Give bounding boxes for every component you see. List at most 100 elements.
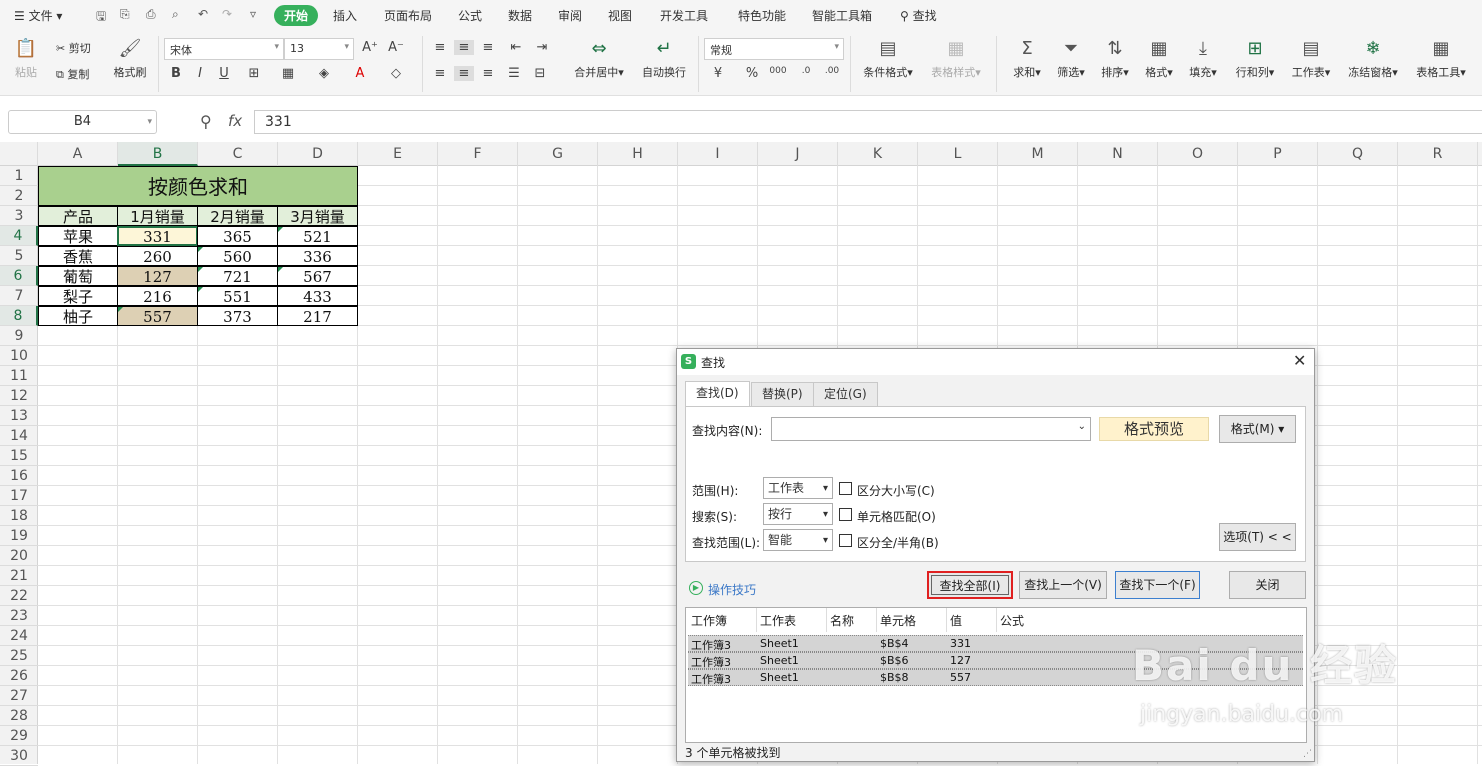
row-header[interactable]: 7 — [0, 286, 38, 306]
results-header[interactable]: 公式 — [1000, 612, 1024, 629]
formula-input[interactable]: 331 — [254, 110, 1482, 134]
row-header[interactable]: 16 — [0, 466, 38, 486]
row-header[interactable]: 4 — [0, 226, 38, 246]
column-header[interactable]: J — [758, 142, 838, 166]
column-header[interactable]: I — [678, 142, 758, 166]
align-left-icon[interactable]: ≡ — [430, 66, 450, 81]
row-header[interactable]: 5 — [0, 246, 38, 266]
row-header[interactable]: 19 — [0, 526, 38, 546]
sheet-title-cell[interactable]: 按颜色求和 — [38, 166, 358, 206]
row-header[interactable]: 14 — [0, 426, 38, 446]
save-icon[interactable]: 🖫 — [96, 7, 106, 28]
font-shrink-icon[interactable]: A⁻ — [386, 40, 406, 55]
column-header[interactable]: B — [118, 142, 198, 166]
tab-page-layout[interactable]: 页面布局 — [384, 7, 432, 24]
row-header[interactable]: 26 — [0, 666, 38, 686]
row-header[interactable]: 30 — [0, 746, 38, 766]
row-header[interactable]: 9 — [0, 326, 38, 346]
highlighted-cell[interactable]: 557 — [117, 306, 198, 326]
align-bottom-icon[interactable]: ≡ — [478, 40, 498, 55]
format-painter-button[interactable]: 🖌 格式刷 — [110, 38, 150, 80]
format-button[interactable]: ▦ 格式▾ — [1142, 38, 1176, 80]
underline-icon[interactable]: U — [214, 66, 234, 81]
align-middle-icon[interactable]: ≡ — [454, 40, 474, 55]
paste-button[interactable]: 📋 粘贴 — [10, 38, 42, 80]
scope-select[interactable]: 工作表 — [763, 477, 833, 499]
wrap-text-button[interactable]: ↵ 自动换行 — [638, 38, 690, 80]
align-top-icon[interactable]: ≡ — [430, 40, 450, 55]
row-header[interactable]: 1 — [0, 166, 38, 186]
active-cell[interactable]: 331 — [117, 226, 198, 246]
filter-button[interactable]: ⏷ 筛选▾ — [1054, 38, 1088, 80]
search-order-select[interactable]: 按行 — [763, 503, 833, 525]
results-header[interactable]: 值 — [950, 612, 962, 629]
column-header[interactable]: D — [278, 142, 358, 166]
tab-special[interactable]: 特色功能 — [738, 7, 786, 24]
table-cell[interactable]: 721 — [197, 266, 278, 286]
print-icon[interactable]: ⎙ — [146, 7, 156, 22]
results-header[interactable]: 工作簿 — [691, 612, 727, 629]
header-cell[interactable]: 3月销量 — [277, 206, 358, 226]
sort-button[interactable]: ⇅ 排序▾ — [1098, 38, 1132, 80]
chevron-down-icon[interactable]: ⌄ — [1078, 421, 1086, 432]
resize-grip-icon[interactable]: ⋰ — [1303, 749, 1312, 759]
table-cell[interactable]: 柚子 — [38, 306, 118, 326]
currency-icon[interactable]: ¥ — [708, 66, 728, 81]
preview-icon[interactable]: ⌕ — [172, 7, 179, 22]
header-cell[interactable]: 产品 — [38, 206, 118, 226]
table-cell[interactable]: 373 — [197, 306, 278, 326]
conditional-format-button[interactable]: ▤ 条件格式▾ — [858, 38, 918, 80]
table-cell[interactable]: 216 — [117, 286, 198, 306]
table-cell[interactable]: 560 — [197, 246, 278, 266]
rows-cols-button[interactable]: ⊞ 行和列▾ — [1232, 38, 1278, 80]
tab-formula[interactable]: 公式 — [458, 7, 482, 24]
find-all-button[interactable]: 查找全部(I) — [927, 571, 1013, 599]
bold-icon[interactable]: B — [166, 66, 186, 81]
sum-button[interactable]: Σ 求和▾ — [1010, 38, 1044, 80]
tips-link[interactable]: 操作技巧 — [708, 581, 756, 598]
find-next-button[interactable]: 查找下一个(F) — [1115, 571, 1200, 599]
format-button[interactable]: 格式(M) ▾ — [1219, 415, 1296, 443]
row-header[interactable]: 11 — [0, 366, 38, 386]
tab-developer[interactable]: 开发工具 — [660, 7, 708, 24]
tab-view[interactable]: 视图 — [608, 7, 632, 24]
quick-access-more-icon[interactable]: ▿ — [250, 7, 256, 21]
row-header[interactable]: 22 — [0, 586, 38, 606]
results-header[interactable]: 名称 — [830, 612, 854, 629]
table-cell[interactable]: 香蕉 — [38, 246, 118, 266]
row-header[interactable]: 3 — [0, 206, 38, 226]
freeze-panes-button[interactable]: ❄ 冻结窗格▾ — [1344, 38, 1402, 80]
look-in-select[interactable]: 智能 — [763, 529, 833, 551]
worksheet-button[interactable]: ▤ 工作表▾ — [1288, 38, 1334, 80]
table-cell[interactable]: 梨子 — [38, 286, 118, 306]
table-cell[interactable]: 365 — [197, 226, 278, 246]
copy-button[interactable]: ⧉ 复制 — [56, 66, 89, 82]
table-cell[interactable]: 260 — [117, 246, 198, 266]
row-header[interactable]: 29 — [0, 726, 38, 746]
column-header[interactable]: C — [198, 142, 278, 166]
find-prev-button[interactable]: 查找上一个(V) — [1019, 571, 1107, 599]
border-icon[interactable]: ⊞ — [244, 66, 264, 81]
decrease-decimal-icon[interactable]: .00 — [822, 66, 842, 76]
row-header[interactable]: 2 — [0, 186, 38, 206]
results-header[interactable]: 单元格 — [880, 612, 916, 629]
close-icon[interactable]: ✕ — [1293, 351, 1306, 370]
column-header[interactable]: A — [38, 142, 118, 166]
match-case-checkbox[interactable] — [839, 482, 852, 495]
align-right-icon[interactable]: ≡ — [478, 66, 498, 81]
row-header[interactable]: 23 — [0, 606, 38, 626]
tab-review[interactable]: 审阅 — [558, 7, 582, 24]
tab-replace[interactable]: 替换(P) — [751, 382, 814, 406]
row-header[interactable]: 28 — [0, 706, 38, 726]
options-button[interactable]: 选项(T) < < — [1219, 523, 1296, 551]
menu-search[interactable]: ⚲ 查找 — [900, 7, 937, 24]
column-header[interactable]: P — [1238, 142, 1318, 166]
tab-home[interactable]: 开始 — [274, 5, 319, 26]
column-header[interactable]: K — [838, 142, 918, 166]
row-header[interactable]: 21 — [0, 566, 38, 586]
row-header[interactable]: 15 — [0, 446, 38, 466]
row-header[interactable]: 20 — [0, 546, 38, 566]
table-cell[interactable]: 336 — [277, 246, 358, 266]
export-icon[interactable]: ⎘ — [120, 7, 130, 22]
table-tools-button[interactable]: ▦ 表格工具▾ — [1412, 38, 1470, 80]
